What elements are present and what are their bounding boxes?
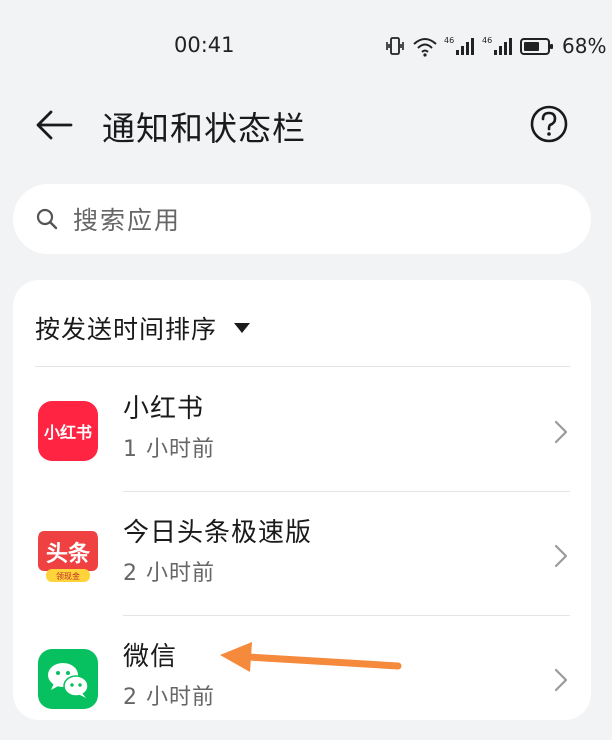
battery-icon (520, 35, 554, 57)
app-list-card: 按发送时间排序 小红书 小红书 1 小时前 头条 领现金 今日头条极速版 2 小… (13, 280, 591, 720)
search-input[interactable]: 搜索应用 (13, 184, 591, 254)
app-time: 1 小时前 (123, 437, 215, 462)
chevron-right-icon (554, 544, 568, 568)
toutiao-lite-app-icon: 头条 领现金 (38, 525, 98, 585)
chevron-right-icon (554, 668, 568, 692)
status-bar: 00:41 46 46 68% (0, 0, 612, 90)
app-name: 今日头条极速版 (123, 518, 313, 548)
wifi-icon (412, 35, 438, 57)
signal-icon: 46 (444, 35, 476, 57)
status-icons: 46 46 68% (384, 33, 606, 59)
app-icon-text: 小红书 (44, 423, 92, 442)
help-button[interactable] (528, 103, 570, 145)
app-name: 小红书 (123, 394, 205, 424)
wechat-app-icon (38, 649, 98, 709)
sort-label: 按发送时间排序 (35, 315, 218, 344)
vibrate-icon (384, 35, 406, 57)
caret-down-icon (233, 322, 251, 334)
network-type-label: 46 (444, 36, 454, 45)
back-arrow-icon (36, 110, 73, 140)
xiaohongshu-app-icon: 小红书 (38, 401, 98, 461)
search-placeholder: 搜索应用 (73, 206, 182, 235)
battery-percent: 68% (562, 34, 607, 58)
app-name: 微信 (123, 642, 178, 672)
list-item-xiaohongshu[interactable]: 小红书 小红书 1 小时前 (13, 368, 591, 492)
back-button[interactable] (30, 101, 78, 149)
battery-fill (524, 42, 539, 51)
divider (35, 366, 570, 367)
page-title: 通知和状态栏 (102, 109, 306, 148)
app-time: 2 小时前 (123, 685, 215, 710)
chevron-right-icon (554, 420, 568, 444)
app-time: 2 小时前 (123, 561, 215, 586)
app-icon-subtext: 领现金 (56, 571, 80, 581)
help-icon (530, 105, 568, 143)
list-item-wechat[interactable]: 微信 2 小时前 (13, 616, 591, 740)
header: 通知和状态栏 (0, 95, 612, 155)
app-icon-text: 头条 (46, 541, 91, 567)
signal-icon: 46 (482, 35, 514, 57)
list-item-toutiao-lite[interactable]: 头条 领现金 今日头条极速版 2 小时前 (13, 492, 591, 616)
sort-dropdown[interactable]: 按发送时间排序 (35, 310, 251, 346)
search-icon (35, 207, 59, 231)
network-type-label: 46 (482, 36, 492, 45)
status-time: 00:41 (174, 33, 235, 57)
